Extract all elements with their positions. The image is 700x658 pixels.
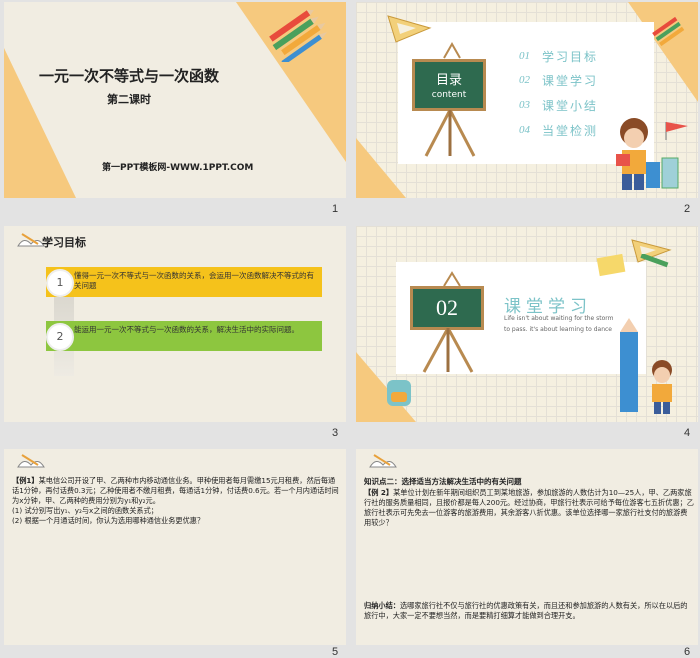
chalkboard: 目录 content <box>412 59 486 111</box>
presentation-title: 一元一次不等式与一次函数 <box>38 67 219 85</box>
open-book-icon <box>369 454 397 468</box>
example-tag: 【例 2】 <box>364 488 394 497</box>
toc-number: 01 <box>519 50 530 62</box>
student-with-pencil-illustration <box>620 318 672 414</box>
toc-item-summary[interactable]: 课堂小结 <box>542 97 598 114</box>
example-text: 某电信公司开设了甲、乙两种市内移动通信业务。甲种使用者每月需缴15元月租费，然后… <box>12 476 339 505</box>
section-label: 课堂学习 <box>504 297 592 317</box>
section-header: 学习目标 <box>42 236 86 249</box>
summary-text: 选哪家旅行社不仅与旅行社的优惠政策有关，而且还和参加旅游的人数有关，所以在以后的… <box>364 601 688 620</box>
set-square-icon <box>387 15 432 43</box>
flag-icon <box>665 122 688 140</box>
toc-number: 02 <box>519 74 530 86</box>
goal-number: 2 <box>46 323 74 351</box>
slide-4-thumbnail[interactable]: 02 课堂学习 Life isn't about waiting for the… <box>356 226 698 422</box>
chalkboard: 02 <box>410 286 484 330</box>
question-2: (2) 根据一个月通话时间，你认为选用哪种通信业务更优惠？ <box>12 516 205 525</box>
goal-text: 懂得一元一次不等式与一次函数的关系，会运用一次函数解决不等式的有关问题 <box>74 271 314 290</box>
goal-number: 1 <box>46 269 74 297</box>
example-text: 某单位计划在新年期间组织员工到某地旅游，参加旅游的人数估计为10—25人，甲、乙… <box>364 488 694 527</box>
slide-1-thumbnail[interactable]: 一元一次不等式与一次函数 第二课时 第一PPT模板网-WWW.1PPT.COM <box>4 2 346 198</box>
slide-3-thumbnail[interactable]: 学习目标 懂得一元一次不等式与一次函数的关系，会运用一次函数解决不等式的有关问题… <box>4 226 346 422</box>
goal-item: 能运用一元一次不等式与一次函数的关系，解决生活中的实际问题。 <box>46 321 322 351</box>
presentation-subtitle: 第二课时 <box>107 93 151 106</box>
toc-number: 03 <box>519 99 530 111</box>
board-title: 目录 <box>435 73 462 88</box>
slide-5-thumbnail[interactable]: 【例1】某电信公司开设了甲、乙两种市内移动通信业务。甲种使用者每月需缴15元月租… <box>4 449 346 645</box>
board-subtitle: content <box>431 90 467 100</box>
toc-item-test[interactable]: 当堂检测 <box>542 122 598 139</box>
question-1: (1) 试分别写出y₁、y₂与x之间的函数关系式； <box>12 506 158 515</box>
notes-icon <box>596 253 626 277</box>
slide-number: 3 <box>332 427 339 439</box>
backpack-icon <box>387 380 411 406</box>
toc-item-learning-goals[interactable]: 学习目标 <box>542 48 598 65</box>
goal-text: 能运用一元一次不等式与一次函数的关系，解决生活中的实际问题。 <box>74 325 299 334</box>
example-block: 【例1】某电信公司开设了甲、乙两种市内移动通信业务。甲种使用者每月需缴15元月租… <box>12 476 342 526</box>
slide-6-thumbnail[interactable]: 知识点二：选择适当方法解决生活中的有关问题 【例 2】某单位计划在新年期间组织员… <box>356 449 698 645</box>
summary-block: 归纳小结：选哪家旅行社不仅与旅行社的优惠政策有关，而且还和参加旅游的人数有关，所… <box>364 601 694 621</box>
slide-number: 5 <box>332 646 339 658</box>
slide-number: 6 <box>684 646 691 658</box>
site-credit: 第一PPT模板网-WWW.1PPT.COM <box>102 163 254 173</box>
example-tag: 【例1】 <box>12 476 39 485</box>
slide-number: 2 <box>684 203 691 215</box>
summary-tag: 归纳小结： <box>364 601 400 610</box>
open-book-icon <box>17 454 45 468</box>
slide-number: 4 <box>684 427 691 439</box>
board-hanger-icon <box>443 41 461 59</box>
example-block: 【例 2】某单位计划在新年期间组织员工到某地旅游，参加旅游的人数估计为10—25… <box>364 488 694 528</box>
quote-line: Life isn't about waiting for the storm <box>504 315 614 322</box>
toc-number: 04 <box>519 124 530 136</box>
pencils-icon <box>652 16 685 47</box>
knowledge-point-title: 知识点二：选择适当方法解决生活中的有关问题 <box>364 477 522 486</box>
easel-legs-icon <box>424 110 476 157</box>
slide-2-thumbnail[interactable]: 目录 content 01 学习目标 02 课堂学习 03 课堂小结 04 当堂… <box>356 2 698 198</box>
quote-line: to pass. it's about learning to dance <box>504 326 612 333</box>
easel-legs-icon <box>422 328 474 373</box>
toc-item-classroom-learning[interactable]: 课堂学习 <box>542 72 598 89</box>
crayons-icon <box>269 10 328 62</box>
goal-item: 懂得一元一次不等式与一次函数的关系，会运用一次函数解决不等式的有关问题 <box>46 267 322 297</box>
slide-number: 1 <box>332 203 339 215</box>
pencil-icon <box>640 254 669 268</box>
